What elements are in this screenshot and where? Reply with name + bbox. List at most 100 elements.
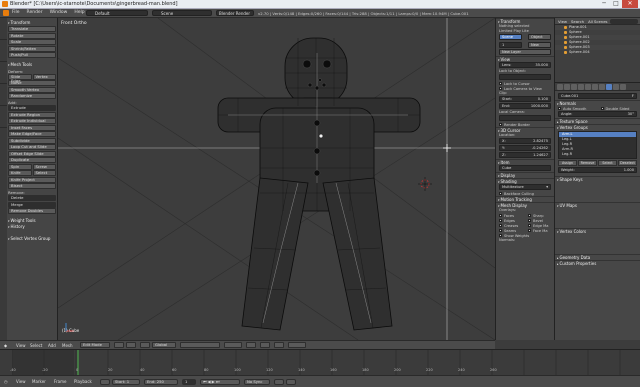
- modifier-tab-icon[interactable]: [599, 84, 605, 90]
- tl-menu-marker[interactable]: Marker: [32, 379, 46, 384]
- snap-icon[interactable]: [274, 342, 284, 348]
- local-camera-field[interactable]: [499, 115, 551, 121]
- tl-menu-frame[interactable]: Frame: [54, 379, 66, 384]
- current-frame-field[interactable]: 1: [182, 379, 196, 385]
- loop-cut-button[interactable]: Loop Cut and Slide: [8, 144, 56, 150]
- overlay-seams-checkbox[interactable]: Seams: [496, 228, 525, 233]
- outliner-menu-search[interactable]: Search: [571, 19, 584, 24]
- vertex-groups-header[interactable]: Vertex Groups: [555, 124, 640, 130]
- end-frame-field[interactable]: End: 250: [144, 379, 178, 385]
- preview-range-icon[interactable]: [100, 379, 110, 385]
- lens-field[interactable]: Lens: 35.000: [499, 62, 551, 68]
- texture-tab-icon[interactable]: [620, 84, 626, 90]
- knife-button[interactable]: Knife: [8, 170, 32, 176]
- pivot-point-icon[interactable]: [126, 342, 136, 348]
- new-button[interactable]: New: [528, 42, 551, 48]
- material-tab-icon[interactable]: [613, 84, 619, 90]
- world-tab-icon[interactable]: [578, 84, 584, 90]
- render-tab-icon[interactable]: [557, 84, 563, 90]
- object-tab-icon[interactable]: [585, 84, 591, 90]
- select-mode-buttons[interactable]: [224, 342, 242, 348]
- 3d-editor-type-icon[interactable]: ◆: [4, 343, 7, 348]
- remove-button[interactable]: Remove: [578, 160, 597, 166]
- vertex-group-list[interactable]: Arm.L Leg.L Leg.R Arm.R Leg.R: [558, 131, 637, 159]
- mode-select[interactable]: Edit Mode: [80, 342, 110, 348]
- sync-select[interactable]: No Sync: [244, 379, 270, 385]
- keyframe-insert-icon[interactable]: [286, 379, 296, 385]
- bisect-button[interactable]: Bisect: [8, 183, 56, 189]
- auto-smooth-checkbox[interactable]: Auto Smooth: [555, 106, 598, 111]
- double-sided-checkbox[interactable]: Double Sided: [598, 106, 640, 111]
- constraint-tab-icon[interactable]: [592, 84, 598, 90]
- timeline-editor-icon[interactable]: ◷: [4, 379, 8, 384]
- scene-button[interactable]: Scene: [499, 34, 522, 40]
- viewport-canvas[interactable]: [58, 18, 495, 340]
- tl-menu-playback[interactable]: Playback: [74, 379, 92, 384]
- occlude-icon[interactable]: [246, 342, 256, 348]
- mesh-data-tab-icon[interactable]: [606, 84, 612, 90]
- timeline-ruler[interactable]: [12, 350, 640, 376]
- menu-file[interactable]: File: [12, 10, 20, 15]
- remove-doubles-button[interactable]: Remove Doubles: [8, 208, 56, 214]
- rotate-button[interactable]: Rotate: [8, 32, 56, 39]
- noise-button[interactable]: Noise: [8, 80, 56, 86]
- overlay-face-marks-checkbox[interactable]: Face Ma: [525, 228, 554, 233]
- extrude-individual-button[interactable]: Extrude Individual: [8, 118, 56, 124]
- menu-window[interactable]: Window: [50, 10, 68, 15]
- tl-menu-view[interactable]: View: [16, 379, 26, 384]
- editor-type-icon[interactable]: [3, 10, 9, 16]
- 3d-menu-mesh[interactable]: Mesh: [62, 343, 73, 348]
- orientation-select[interactable]: Global: [152, 342, 176, 348]
- smooth-vertex-button[interactable]: Smooth Vertex: [8, 86, 56, 93]
- layout-select[interactable]: Default: [86, 10, 148, 16]
- scale-button[interactable]: Scale: [8, 39, 56, 45]
- tool-tab[interactable]: [0, 106, 7, 128]
- menu-help[interactable]: Help: [74, 10, 84, 15]
- 3d-viewport[interactable]: Front Ortho (1) Cube: [58, 18, 495, 340]
- tool-tab[interactable]: [0, 18, 7, 40]
- keying-icon[interactable]: [274, 379, 284, 385]
- merge-menu[interactable]: Merge: [8, 201, 56, 208]
- 3d-menu-add[interactable]: Add: [48, 343, 56, 348]
- push-pull-button[interactable]: Push/Pull: [8, 52, 56, 58]
- inset-faces-button[interactable]: Inset Faces: [8, 124, 56, 131]
- outliner-item[interactable]: Sphere.004: [555, 50, 640, 55]
- layers-grid[interactable]: [180, 342, 220, 348]
- start-frame-field[interactable]: Start: 1: [112, 379, 140, 385]
- 3d-menu-select[interactable]: Select: [30, 343, 42, 348]
- mesh-name-field[interactable]: Cube.001 F: [558, 93, 637, 99]
- tool-tab[interactable]: [0, 84, 7, 106]
- knife-project-button[interactable]: Knife Project: [8, 176, 56, 183]
- new-layer-button[interactable]: New Layer: [499, 49, 551, 55]
- make-edge-face-button[interactable]: Make Edge/Face: [8, 131, 56, 137]
- item-name-field[interactable]: Cube: [499, 165, 551, 171]
- duplicate-button[interactable]: Duplicate: [8, 157, 56, 163]
- extrude-region-button[interactable]: Extrude Region: [8, 111, 56, 118]
- scene-select[interactable]: Scene: [152, 10, 212, 16]
- clip-end-field[interactable]: End: 1000.000: [499, 103, 551, 109]
- layer-number-field[interactable]: 1: [499, 42, 522, 48]
- assign-button[interactable]: Assign: [558, 160, 577, 166]
- shrink-fatten-button[interactable]: Shrink/Fatten: [8, 45, 56, 52]
- manipulator-icon[interactable]: [140, 342, 150, 348]
- close-button[interactable]: ✕: [622, 0, 638, 8]
- mesh-tools-header[interactable]: Mesh Tools: [8, 62, 56, 68]
- screw-button[interactable]: Screw: [32, 163, 56, 170]
- timeline[interactable]: -40 -20 0 20 40 60 80 100 120 140 160 18…: [0, 349, 640, 376]
- proportional-edit-icon[interactable]: [260, 342, 270, 348]
- weight-field[interactable]: Weight: 1.000: [558, 167, 637, 173]
- translate-button[interactable]: Translate: [8, 26, 56, 32]
- vertex-group-item[interactable]: Leg.R: [559, 152, 636, 157]
- lock-object-field[interactable]: [499, 74, 551, 80]
- extrude-menu[interactable]: Extrude: [8, 105, 56, 111]
- custom-properties-header[interactable]: Custom Properties: [555, 260, 640, 266]
- delete-menu[interactable]: Delete: [8, 195, 56, 201]
- subdivide-button[interactable]: Subdivide: [8, 137, 56, 144]
- 3d-menu-view[interactable]: View: [16, 343, 26, 348]
- spin-button[interactable]: Spin: [8, 163, 32, 170]
- angle-field[interactable]: Angle: 30°: [558, 111, 637, 117]
- playback-controls[interactable]: ⏮ ◀ ▶ ⏭: [200, 379, 240, 385]
- cursor-x-field[interactable]: X: 2.82475: [499, 138, 551, 144]
- maximize-button[interactable]: □: [610, 0, 622, 8]
- outliner-menu-view[interactable]: View: [558, 19, 567, 24]
